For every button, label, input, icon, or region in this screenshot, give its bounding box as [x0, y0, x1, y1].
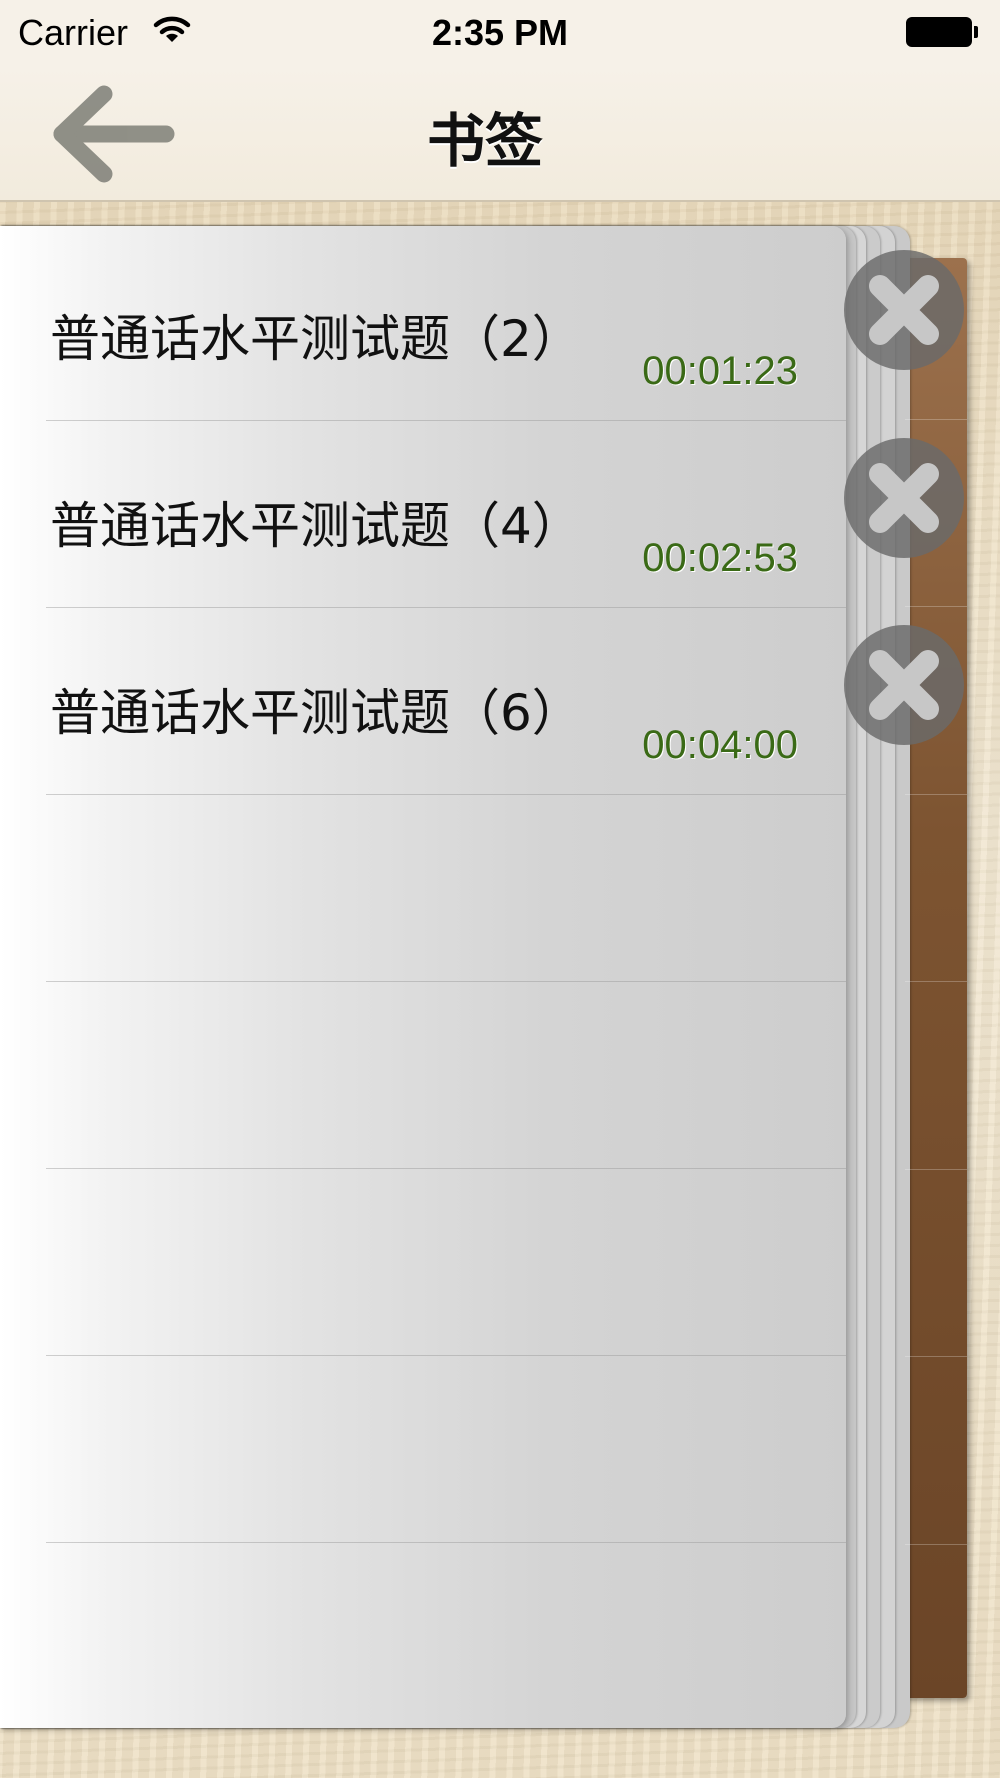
delete-bookmark-button[interactable] — [842, 623, 966, 747]
bookmark-title: 普通话水平测试题（2） — [50, 310, 582, 368]
bookmark-time: 00:01:23 — [642, 349, 798, 393]
navigation-bar: 书签 — [0, 66, 1000, 202]
divider — [905, 606, 967, 607]
clock: 2:35 PM — [431, 12, 569, 53]
divider — [905, 1169, 967, 1170]
bookmark-list: 普通话水平测试题（2） 00:01:23 普通话水平测试题（4） 00:02:5… — [0, 226, 846, 1728]
delete-bookmark-button[interactable] — [842, 248, 966, 372]
close-icon — [844, 250, 964, 370]
divider — [905, 1544, 967, 1545]
close-icon — [844, 438, 964, 558]
close-icon — [844, 625, 964, 745]
bookmark-title: 普通话水平测试题（6） — [50, 684, 582, 742]
delete-bookmark-button[interactable] — [842, 436, 966, 560]
status-bar: Carrier 2:35 PM — [0, 0, 1000, 66]
empty-row — [46, 981, 846, 1169]
bookmark-title: 普通话水平测试题（4） — [50, 497, 582, 555]
battery-icon — [906, 17, 978, 47]
empty-row — [46, 1168, 846, 1356]
empty-row — [46, 794, 846, 982]
page-title: 书签 — [426, 107, 543, 175]
divider — [905, 794, 967, 795]
bookmark-time: 00:04:00 — [642, 723, 798, 767]
bookmark-row[interactable]: 普通话水平测试题（4） 00:02:53 — [46, 420, 846, 608]
empty-row — [46, 1355, 846, 1543]
bookmark-row[interactable]: 普通话水平测试题（6） 00:04:00 — [46, 607, 846, 795]
divider — [905, 419, 967, 420]
divider — [905, 981, 967, 982]
bookmark-time: 00:02:53 — [642, 536, 798, 580]
divider — [905, 1356, 967, 1357]
bookmark-row[interactable]: 普通话水平测试题（2） 00:01:23 — [46, 233, 846, 421]
